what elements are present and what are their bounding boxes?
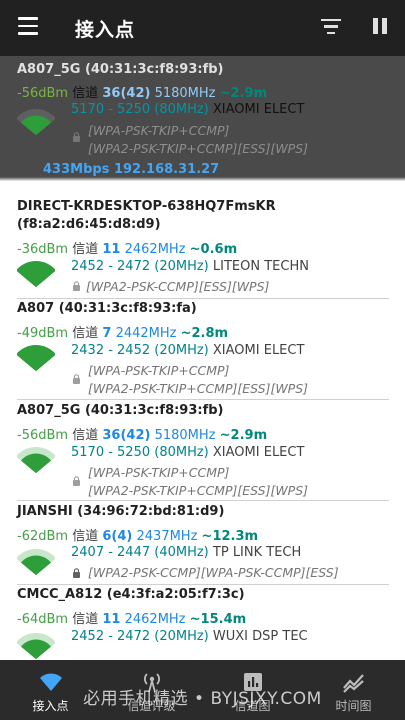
ap-list-item[interactable]: CMCC_A812 (e4:3f:a2:05:f7:3c) -64dBm 信道 … <box>0 584 405 660</box>
ap-signal-line: -36dBm 信道 11 2462MHz ~0.6m <box>17 238 237 257</box>
ap-frequency: 2437MHz <box>136 529 198 544</box>
ap-signal-line: -64dBm 信道 11 2462MHz ~15.4m <box>17 608 246 627</box>
ap-security: [WPA-PSK-TKIP+CCMP] <box>88 363 230 378</box>
ap-signal-line: -56dBm 信道 36(42) 5180MHz ~2.9m <box>17 82 267 101</box>
ap-range-line: 2432 - 2452 (20MHz) XIAOMI ELECT <box>71 343 304 358</box>
ap-channel: 11 <box>102 242 121 257</box>
ap-bssid: (f8:a2:d6:45:d8:d9) <box>17 217 161 232</box>
ap-security: [WPA2-PSK-TKIP+CCMP][ESS][WPS] <box>88 381 309 396</box>
lock-icon <box>73 568 80 578</box>
ap-frequency: 2462MHz <box>124 242 186 257</box>
ap-ssid: DIRECT-KRDESKTOP-638HQ7FmsKR <box>17 199 276 214</box>
ap-channel: 7 <box>102 326 112 341</box>
ap-distance: ~2.8m <box>180 326 229 341</box>
ap-distance: ~2.9m <box>219 428 268 443</box>
ap-ssid: A807_5G (40:31:3c:f8:93:fb) <box>17 62 224 77</box>
ap-vendor: XIAOMI ELECT <box>212 102 305 117</box>
ap-ssid: CMCC_A812 (e4:3f:a2:05:f7:3c) <box>17 587 245 602</box>
ap-range: 2452 - 2472 (20MHz) <box>71 629 209 644</box>
app-bar: 接入点 <box>0 0 405 56</box>
menu-icon[interactable] <box>18 17 40 37</box>
ap-security: [WPA2-PSK-TKIP+CCMP][ESS][WPS] <box>88 141 309 156</box>
pause-icon[interactable] <box>373 18 387 36</box>
ap-vendor: WUXI DSP TEC <box>212 629 308 644</box>
filter-icon[interactable] <box>321 19 341 37</box>
ap-channel: 6(4) <box>102 529 133 544</box>
ap-level: -62dBm <box>17 529 69 544</box>
ap-ssid: A807_5G (40:31:3c:f8:93:fb) <box>17 403 224 418</box>
ap-security: [WPA-PSK-TKIP+CCMP] <box>88 465 230 480</box>
ap-list-item[interactable]: DIRECT-KRDESKTOP-638HQ7FmsKR (f8:a2:d6:4… <box>0 190 405 300</box>
ap-range: 2407 - 2447 (40MHz) <box>71 545 209 560</box>
ap-distance: ~12.3m <box>201 529 259 544</box>
ap-level: -49dBm <box>17 326 69 341</box>
wifi-signal-icon <box>17 633 55 659</box>
ap-level: -36dBm <box>17 242 69 257</box>
ap-range: 5170 - 5250 (80MHz) <box>71 445 209 460</box>
ap-vendor: LITEON TECHN <box>212 259 309 274</box>
ap-link-speed: 433Mbps <box>43 162 110 177</box>
ap-channel-label: 信道 <box>72 529 99 544</box>
ap-list-item[interactable]: A807_5G (40:31:3c:f8:93:fb) -56dBm 信道 36… <box>0 399 405 501</box>
ap-vendor: XIAOMI ELECT <box>212 445 305 460</box>
app-root: 接入点 A807_5G (40:31:3c:f8:93:fb) -56dBm 信… <box>0 0 405 720</box>
ap-range-line: 5170 - 5250 (80MHz) XIAOMI ELECT <box>71 102 304 117</box>
ap-security: [WPA2-PSK-TKIP+CCMP][ESS][WPS] <box>88 483 309 498</box>
ap-range-line: 2452 - 2472 (20MHz) WUXI DSP TEC <box>71 629 308 644</box>
ap-security: [WPA-PSK-TKIP+CCMP] <box>88 123 230 138</box>
ap-range: 2432 - 2452 (20MHz) <box>71 343 209 358</box>
ap-level: -56dBm <box>17 428 69 443</box>
ap-signal-line: -49dBm 信道 7 2442MHz ~2.8m <box>17 322 228 341</box>
ap-ssid: JIANSHI (34:96:72:bd:81:d9) <box>17 504 225 519</box>
ap-range-line: 2452 - 2472 (20MHz) LITEON TECHN <box>71 259 309 274</box>
ap-distance: ~15.4m <box>189 612 247 627</box>
ap-channel-label: 信道 <box>72 612 99 627</box>
ap-link-info: 433Mbps 192.168.31.27 <box>43 162 219 177</box>
ap-vendor: TP LINK TECH <box>212 545 302 560</box>
ap-channel: 36(42) <box>102 428 151 443</box>
ap-signal-line: -62dBm 信道 6(4) 2437MHz ~12.3m <box>17 525 258 544</box>
ap-frequency: 2462MHz <box>124 612 186 627</box>
ap-range: 2452 - 2472 (20MHz) <box>71 259 209 274</box>
connected-ap: A807_5G (40:31:3c:f8:93:fb) -56dBm 信道 36… <box>0 56 405 181</box>
ap-channel-label: 信道 <box>72 326 99 341</box>
ap-security: [WPA2-PSK-CCMP][WPA-PSK-CCMP][ESS] <box>88 565 339 580</box>
ap-range-line: 2407 - 2447 (40MHz) TP LINK TECH <box>71 545 301 560</box>
ap-range-line: 5170 - 5250 (80MHz) XIAOMI ELECT <box>71 445 304 460</box>
lock-icon <box>73 374 80 384</box>
ap-security: [WPA2-PSK-CCMP][ESS][WPS] <box>86 279 270 294</box>
connected-ap-card[interactable]: A807_5G (40:31:3c:f8:93:fb) -56dBm 信道 36… <box>0 56 405 181</box>
lock-icon <box>73 132 80 142</box>
ap-channel: 36(42) <box>102 86 151 101</box>
ap-channel-label: 信道 <box>72 242 99 257</box>
wifi-signal-icon <box>17 345 55 371</box>
ap-channel-label: 信道 <box>72 86 99 101</box>
ap-list-item[interactable]: A807 (40:31:3c:f8:93:fa) -49dBm 信道 7 244… <box>0 298 405 400</box>
wifi-signal-icon <box>17 447 55 473</box>
ap-frequency: 2442MHz <box>115 326 177 341</box>
watermark: 必用手机精选 • BYJSJXY.COM <box>83 689 322 709</box>
wifi-signal-icon <box>17 549 55 575</box>
ap-channel: 11 <box>102 612 121 627</box>
ap-ssid: A807 (40:31:3c:f8:93:fa) <box>17 301 197 316</box>
ap-range: 5170 - 5250 (80MHz) <box>71 102 209 117</box>
wifi-signal-icon <box>17 109 55 135</box>
ap-frequency: 5180MHz <box>154 86 216 101</box>
ap-channel-label: 信道 <box>72 428 99 443</box>
ap-distance: ~2.9m <box>219 86 268 101</box>
lock-icon <box>73 281 80 291</box>
ap-distance: ~0.6m <box>189 242 238 257</box>
ap-level: -56dBm <box>17 86 69 101</box>
ap-frequency: 5180MHz <box>154 428 216 443</box>
ap-vendor: XIAOMI ELECT <box>212 343 305 358</box>
wifi-signal-icon <box>17 261 55 287</box>
ap-signal-line: -56dBm 信道 36(42) 5180MHz ~2.9m <box>17 424 267 443</box>
ap-level: -64dBm <box>17 612 69 627</box>
page-title: 接入点 <box>75 19 136 41</box>
lock-icon <box>73 476 80 486</box>
ap-ip-address: 192.168.31.27 <box>113 162 220 177</box>
ap-list-item[interactable]: JIANSHI (34:96:72:bd:81:d9) -62dBm 信道 6(… <box>0 500 405 584</box>
